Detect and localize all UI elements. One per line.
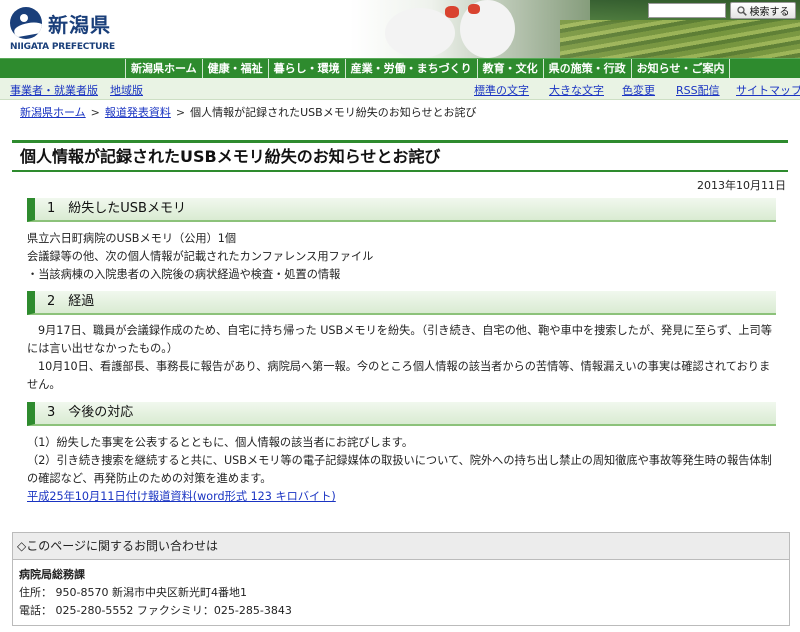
nav-living-environment[interactable]: 暮らし・環境 [267, 59, 345, 79]
section-heading-progress: 2 経過 [27, 291, 776, 315]
nav-industry-labor[interactable]: 産業・労働・まちづくり [344, 59, 477, 79]
nav-policy-administration[interactable]: 県の施策・行政 [542, 59, 631, 79]
press-release-word-link[interactable]: 平成25年10月11日付け報道資料(word形式 123 キロバイト) [27, 490, 336, 503]
nav-notices[interactable]: お知らせ・ご案内 [630, 59, 731, 79]
breadcrumb-separator: > [175, 106, 186, 119]
logo-japanese-text: 新潟県 [48, 13, 111, 37]
contact-phone: 電話： 025-280-5552 ファクシミリ：025-285-3843 [19, 604, 292, 617]
nav-home[interactable]: 新潟県ホーム [125, 59, 202, 79]
section-body-future-actions: （1）紛失した事実を公表するとともに、個人情報の該当者にお詫びします。 （2）引… [27, 434, 777, 506]
section-body-progress: 9月17日、職員が会議録作成のため、自宅に持ち帰った USBメモリを紛失。（引き… [27, 322, 777, 394]
breadcrumb: 新潟県ホーム > 報道発表資料 > 個人情報が記録されたUSBメモリ紛失のお知らせとお詫… [20, 104, 476, 120]
section-line: （1）紛失した事実を公表するとともに、個人情報の該当者にお詫びします。 [27, 436, 414, 449]
search-button[interactable]: 検索する [730, 2, 796, 19]
section-paragraph: 10月10日、看護部長、事務長に報告があり、病院局へ第一報。今のところ個人情報の… [27, 360, 771, 391]
section-paragraph: 9月17日、職員が会議録作成のため、自宅に持ち帰った USBメモリを紛失。（引き… [27, 324, 772, 355]
subnav-large-text[interactable]: 大きな文字 [549, 82, 604, 98]
site-logo[interactable]: 新潟県 NIIGATA PREFECTURE [10, 5, 130, 53]
search-input[interactable] [648, 3, 726, 18]
contact-body: 病院局総務課 住所： 950-8570 新潟市中央区新光町4番地1 電話： 02… [13, 560, 789, 620]
banner-rice-terraces [560, 20, 800, 58]
subnav-sitemap[interactable]: サイトマップ [736, 82, 800, 98]
section-line: 会議録等の他、次の個人情報が記載されたカンファレンス用ファイル [27, 250, 374, 263]
nav-education-culture[interactable]: 教育・文化 [476, 59, 543, 79]
search-button-label: 検索する [749, 7, 790, 18]
banner-ibis-head-2 [468, 4, 480, 14]
subnav-rss[interactable]: RSS配信 [676, 82, 720, 98]
contact-department: 病院局総務課 [19, 568, 85, 581]
section-line: 県立六日町病院のUSBメモリ（公用）1個 [27, 232, 237, 245]
section-paragraph: （2）引き続き捜索を継続すると共に、USBメモリ等の電子記録媒体の取扱いについて… [27, 454, 772, 485]
section-heading-lost-usb: 1 紛失したUSBメモリ [27, 198, 776, 222]
publish-date: 2013年10月11日 [697, 179, 786, 192]
prefecture-emblem-icon [10, 7, 42, 39]
breadcrumb-press-releases[interactable]: 報道発表資料 [105, 106, 171, 119]
banner-ibis-bird-1 [385, 8, 455, 58]
section-body-lost-usb: 県立六日町病院のUSBメモリ（公用）1個 会議録等の他、次の個人情報が記載された… [27, 230, 777, 284]
contact-box: ◇このページに関するお問い合わせは 病院局総務課 住所： 950-8570 新潟… [12, 532, 790, 626]
subnav-region-version[interactable]: 地域版 [110, 82, 143, 98]
section-heading-future-actions: 3 今後の対応 [27, 402, 776, 426]
sub-navigation: 事業者・就業者版 地域版 標準の文字 大きな文字 色変更 RSS配信 サイトマッ… [0, 78, 800, 100]
breadcrumb-separator: > [90, 106, 100, 119]
nav-health-welfare[interactable]: 健康・福祉 [201, 59, 268, 79]
breadcrumb-home[interactable]: 新潟県ホーム [20, 106, 86, 119]
subnav-color-change[interactable]: 色変更 [622, 82, 655, 98]
page-title-bar: 個人情報が記録されたUSBメモリ紛失のお知らせとお詫び [12, 140, 788, 172]
site-header: 新潟県 NIIGATA PREFECTURE 検索する [0, 0, 800, 58]
banner-ibis-head-1 [445, 6, 459, 18]
breadcrumb-current: 個人情報が記録されたUSBメモリ紛失のお知らせとお詫び [190, 106, 477, 119]
main-navigation: 新潟県ホーム 健康・福祉 暮らし・環境 産業・労働・まちづくり 教育・文化 県の… [0, 58, 800, 79]
contact-address: 住所： 950-8570 新潟市中央区新光町4番地1 [19, 586, 247, 599]
subnav-standard-text[interactable]: 標準の文字 [474, 82, 529, 98]
page-title: 個人情報が記録されたUSBメモリ紛失のお知らせとお詫び [20, 147, 441, 166]
contact-heading: ◇このページに関するお問い合わせは [13, 533, 789, 560]
logo-english-text: NIIGATA PREFECTURE [10, 42, 115, 52]
search-icon [736, 5, 747, 16]
section-line: ・当該病棟の入院患者の入院後の病状経過や検査・処置の情報 [27, 268, 341, 281]
subnav-business-version[interactable]: 事業者・就業者版 [10, 82, 98, 98]
